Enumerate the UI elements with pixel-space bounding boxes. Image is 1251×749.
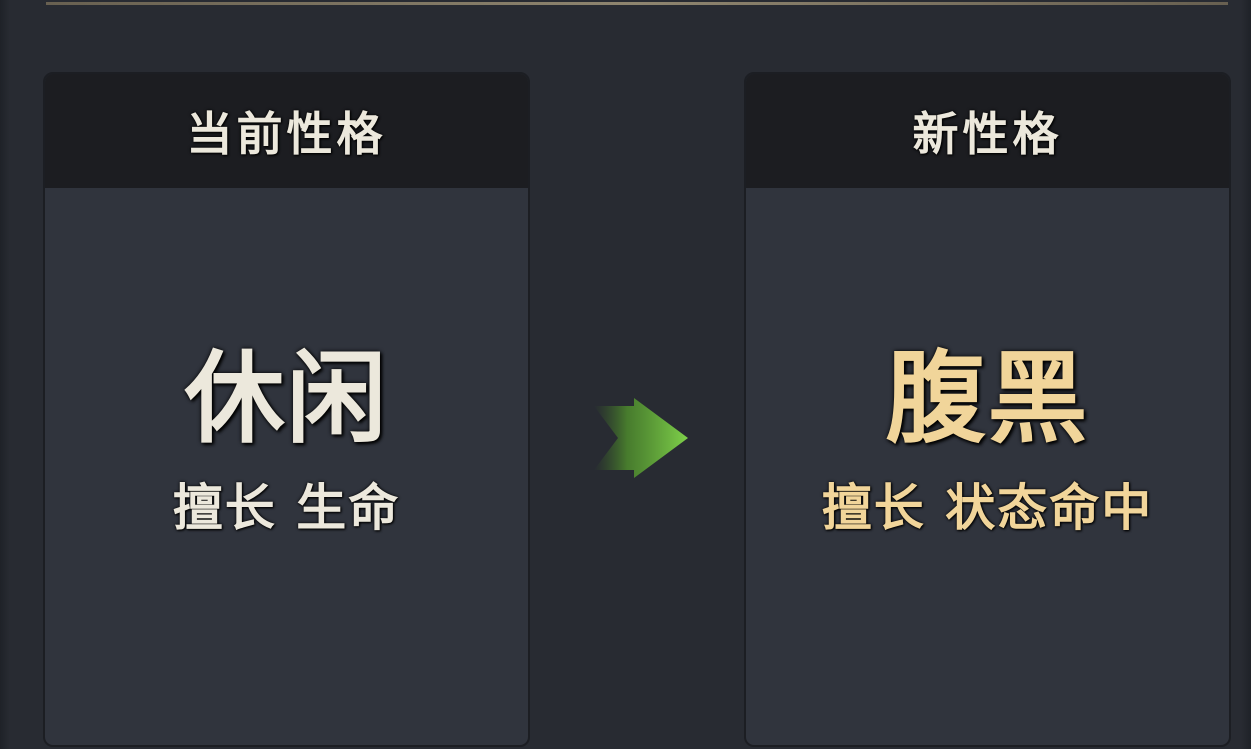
trait-change-screen: 当前性格 休闲 擅长 生命 新性格 腹黑 擅长 状态命中 xyxy=(0,0,1251,749)
new-trait-panel: 新性格 腹黑 擅长 状态命中 xyxy=(744,72,1231,747)
new-trait-header-label: 新性格 xyxy=(912,107,1063,161)
new-trait-header: 新性格 xyxy=(746,74,1229,188)
current-trait-panel: 当前性格 休闲 擅长 生命 xyxy=(43,72,530,747)
current-trait-header-label: 当前性格 xyxy=(186,107,387,161)
new-trait-name: 腹黑 xyxy=(885,339,1090,457)
arrow-right-icon xyxy=(590,398,690,478)
new-trait-description: 擅长 状态命中 xyxy=(821,478,1154,537)
top-divider xyxy=(46,2,1228,5)
current-trait-name: 休闲 xyxy=(184,339,389,457)
current-trait-header: 当前性格 xyxy=(45,74,528,188)
current-trait-body: 休闲 擅长 生命 xyxy=(45,188,528,745)
current-trait-description: 擅长 生命 xyxy=(172,478,401,537)
new-trait-body: 腹黑 擅长 状态命中 xyxy=(746,188,1229,745)
